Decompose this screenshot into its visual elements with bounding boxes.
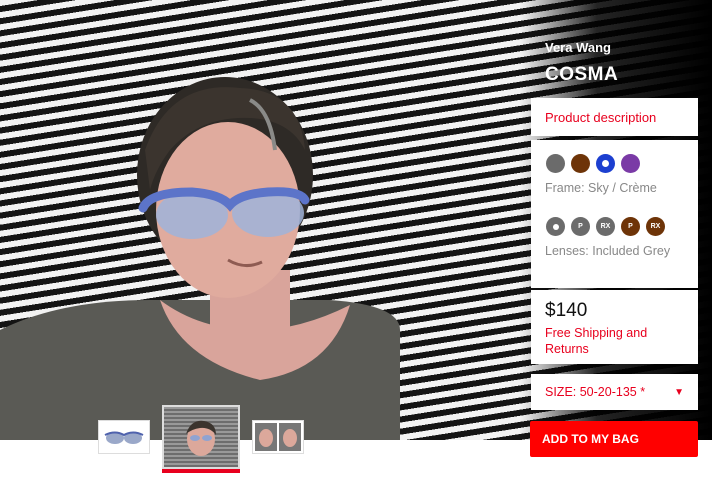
frame-swatch[interactable] bbox=[571, 154, 590, 173]
frame-swatch-selected[interactable] bbox=[596, 154, 615, 173]
sunglasses-icon bbox=[104, 431, 144, 444]
shipping-note: Free Shipping and Returns bbox=[545, 326, 648, 356]
add-to-bag-button[interactable]: ADD TO MY BAG bbox=[530, 421, 698, 457]
side-views-image bbox=[255, 423, 301, 451]
lens-option[interactable]: RX bbox=[646, 217, 665, 236]
thumbnail-side-views[interactable] bbox=[252, 420, 304, 454]
product-description-link[interactable]: Product description bbox=[531, 98, 698, 136]
selected-thumbnail-indicator bbox=[162, 469, 240, 473]
try-on-photo bbox=[0, 77, 400, 440]
frame-color-swatches bbox=[546, 154, 684, 173]
lens-option[interactable]: P bbox=[571, 217, 590, 236]
size-select[interactable]: SIZE: 50-20-135 * ▼ bbox=[531, 374, 698, 410]
lenses-label: Lenses: Included Grey bbox=[545, 244, 671, 258]
chevron-down-icon: ▼ bbox=[674, 386, 684, 398]
tryon-thumbnail-image bbox=[164, 407, 238, 467]
lens-option[interactable]: P bbox=[621, 217, 640, 236]
frame-label: Frame: Sky / Crème bbox=[545, 181, 657, 195]
brand-name: Vera Wang bbox=[545, 40, 611, 55]
price-panel: $140 Free Shipping and Returns bbox=[531, 290, 698, 364]
thumbnail-tryon[interactable] bbox=[162, 405, 240, 469]
size-label: SIZE: 50-20-135 * bbox=[545, 385, 646, 399]
frame-swatch[interactable] bbox=[546, 154, 565, 173]
frame-swatch[interactable] bbox=[621, 154, 640, 173]
lens-options: P RX P RX bbox=[546, 217, 684, 236]
lens-option[interactable]: RX bbox=[596, 217, 615, 236]
model-name: COSMA bbox=[545, 64, 619, 85]
options-panel: Frame: Sky / Crème P RX P RX Lenses: Inc… bbox=[531, 140, 698, 288]
thumbnail-product[interactable] bbox=[98, 420, 150, 454]
lens-option-selected[interactable] bbox=[546, 217, 565, 236]
price: $140 bbox=[545, 300, 588, 321]
